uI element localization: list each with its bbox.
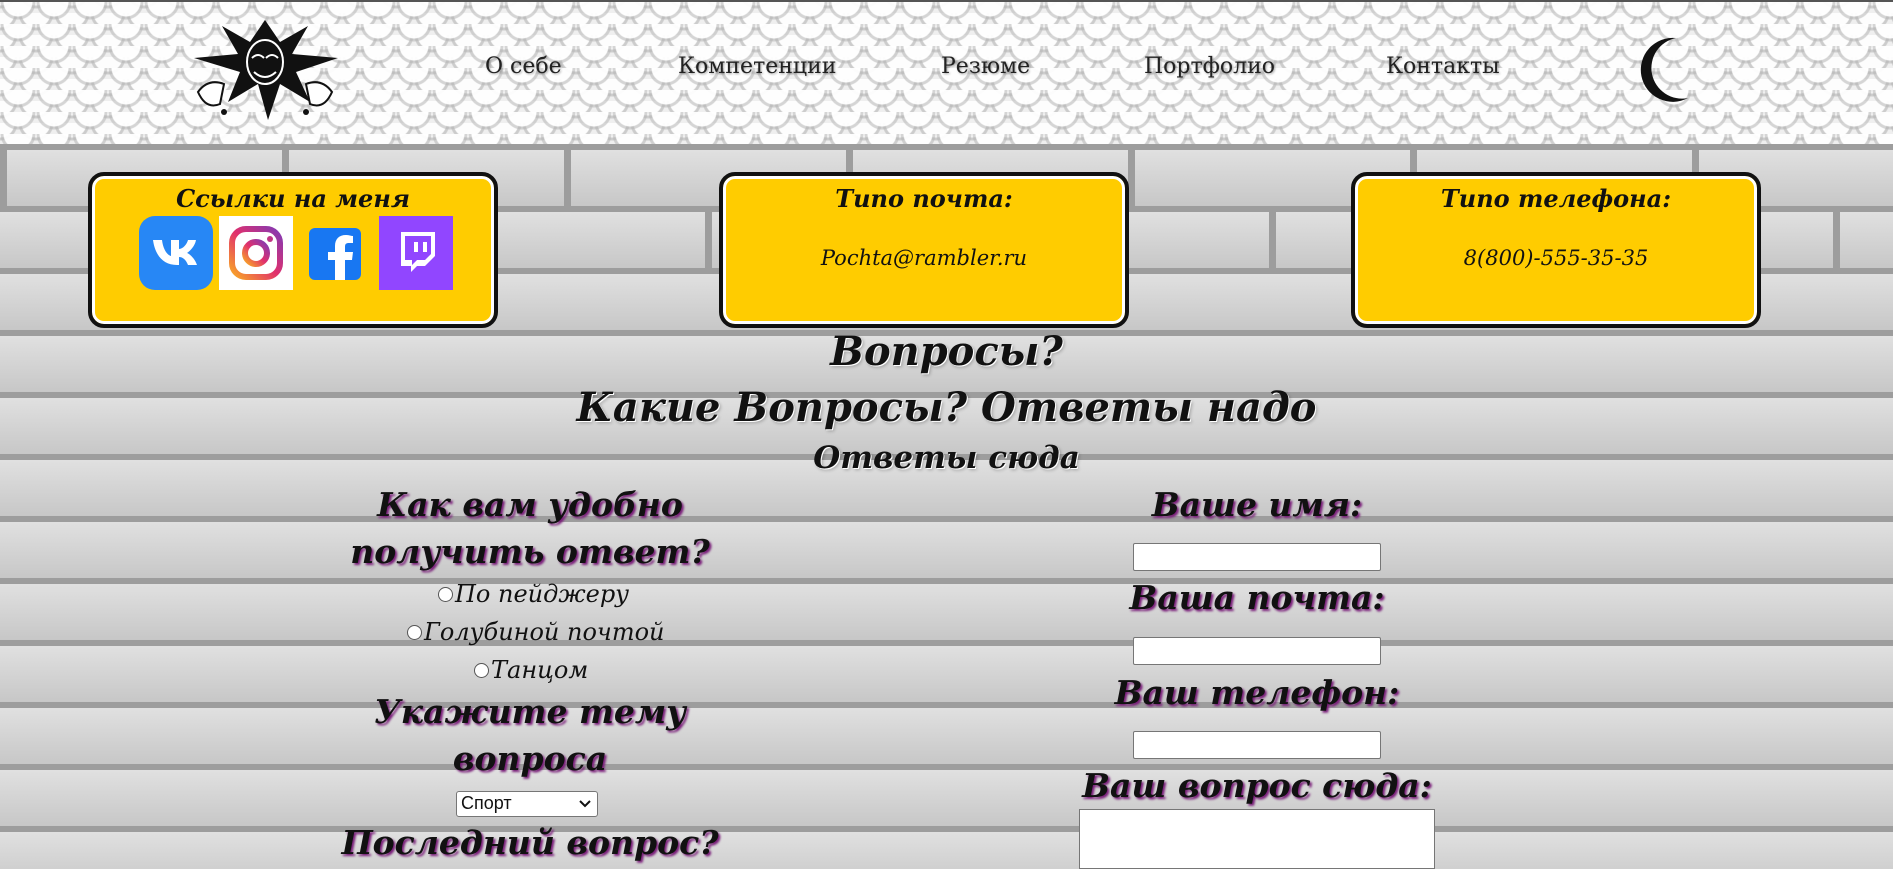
- question-textarea[interactable]: [1079, 809, 1435, 869]
- phone-label: Ваш телефон:: [1114, 673, 1400, 712]
- option-pager[interactable]: По пейджеру: [438, 580, 629, 608]
- pager-radio[interactable]: [438, 586, 453, 602]
- option-pigeon-mail[interactable]: Голубиной почтой: [407, 618, 665, 646]
- email-input[interactable]: [1133, 637, 1381, 665]
- nav-competencies[interactable]: Компетенции: [678, 54, 836, 79]
- nav-resume[interactable]: Резюме: [941, 54, 1030, 79]
- nav-portfolio[interactable]: Портфолио: [1144, 54, 1275, 79]
- topic-label-line2: вопроса: [452, 739, 608, 778]
- chevron-down-icon: [579, 800, 591, 808]
- contact-method-label-line2: получить ответ?: [350, 532, 710, 571]
- questions-heading: Вопросы?: [830, 328, 1063, 375]
- phone-card-value: 8(800)-555-35-35: [1463, 246, 1649, 270]
- contact-method-label-line1: Как вам удобно: [377, 485, 683, 524]
- phone-card-title: Типо телефона:: [1440, 184, 1672, 213]
- twitch-icon[interactable]: [379, 216, 453, 290]
- email-card: Типо почта: Pochta@rambler.ru: [719, 172, 1129, 328]
- facebook-icon[interactable]: [305, 224, 365, 284]
- links-card: Ссылки на меня: [88, 172, 498, 328]
- name-label: Ваше имя:: [1151, 485, 1363, 524]
- links-card-title: Ссылки на меня: [176, 184, 410, 213]
- instagram-icon[interactable]: [219, 216, 293, 290]
- moon-icon[interactable]: [1640, 34, 1692, 104]
- nav-about[interactable]: О себе: [485, 54, 562, 79]
- topic-select-value: Спорт: [461, 793, 512, 813]
- site-header: О себе Компетенции Резюме Портфолио Конт…: [0, 0, 1893, 146]
- pigeon-mail-radio[interactable]: [407, 624, 422, 640]
- question-label: Ваш вопрос сюда:: [1082, 766, 1432, 805]
- questions-subheading: Какие Вопросы? Ответы надо: [576, 384, 1317, 431]
- last-question-label: Последний вопрос?: [341, 823, 719, 862]
- email-card-title: Типо почта:: [835, 184, 1013, 213]
- option-dance[interactable]: Танцом: [474, 656, 588, 684]
- pager-label: По пейджеру: [455, 580, 630, 608]
- name-input[interactable]: [1133, 543, 1381, 571]
- vk-icon[interactable]: [139, 216, 213, 290]
- phone-card: Типо телефона: 8(800)-555-35-35: [1351, 172, 1761, 328]
- email-label: Ваша почта:: [1129, 578, 1385, 617]
- dance-label: Танцом: [491, 656, 589, 684]
- topic-label-line1: Укажите тему: [373, 692, 686, 731]
- dance-radio[interactable]: [474, 662, 489, 678]
- topic-select[interactable]: Спорт: [456, 791, 598, 817]
- email-card-value: Pochta@rambler.ru: [820, 246, 1028, 270]
- answers-heading: Ответы сюда: [813, 440, 1080, 476]
- jester-logo[interactable]: [188, 12, 342, 122]
- nav-contacts[interactable]: Контакты: [1386, 54, 1500, 79]
- pigeon-mail-label: Голубиной почтой: [424, 618, 665, 646]
- phone-input[interactable]: [1133, 731, 1381, 759]
